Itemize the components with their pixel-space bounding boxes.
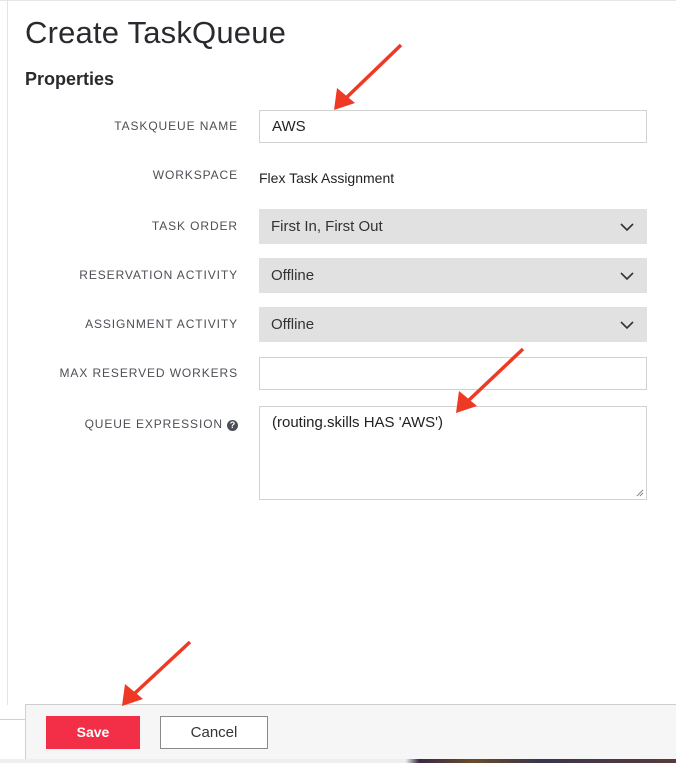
taskqueue-name-label: TASKQUEUE NAME xyxy=(114,119,238,133)
chevron-down-icon xyxy=(620,272,634,281)
queue-expression-label: QUEUE EXPRESSION xyxy=(84,417,223,431)
resize-grip-icon[interactable] xyxy=(636,489,644,497)
reservation-activity-select[interactable]: Offline xyxy=(259,258,647,293)
background-strip xyxy=(0,759,676,763)
reservation-activity-label: RESERVATION ACTIVITY xyxy=(79,268,238,282)
taskqueue-name-input[interactable] xyxy=(259,110,647,143)
queue-expression-value: (routing.skills HAS 'AWS') xyxy=(272,414,444,431)
chevron-down-icon xyxy=(620,223,634,232)
workspace-label: WORKSPACE xyxy=(152,168,238,182)
assignment-activity-value: Offline xyxy=(271,316,315,333)
section-title: Properties xyxy=(25,69,115,89)
footer-edge-line xyxy=(0,719,25,720)
arrow-to-save-icon xyxy=(122,640,192,706)
max-reserved-workers-input[interactable] xyxy=(259,357,647,390)
top-border xyxy=(0,0,676,1)
max-reserved-workers-label: MAX RESERVED WORKERS xyxy=(59,366,238,380)
question-circle-icon[interactable]: ? xyxy=(227,420,238,431)
assignment-activity-label: ASSIGNMENT ACTIVITY xyxy=(85,317,238,331)
task-order-select[interactable]: First In, First Out xyxy=(259,209,647,244)
task-order-value: First In, First Out xyxy=(271,218,383,235)
page-title: Create TaskQueue xyxy=(25,15,287,50)
queue-expression-textarea[interactable]: (routing.skills HAS 'AWS') xyxy=(259,406,647,500)
save-button[interactable]: Save xyxy=(46,716,140,749)
cancel-button[interactable]: Cancel xyxy=(160,716,268,749)
queue-expression-label-row: QUEUE EXPRESSION? xyxy=(85,417,238,431)
left-divider xyxy=(7,0,8,705)
reservation-activity-value: Offline xyxy=(271,267,315,284)
workspace-value: Flex Task Assignment xyxy=(259,170,395,186)
arrow-to-name-icon xyxy=(334,43,403,110)
task-order-label: TASK ORDER xyxy=(151,219,238,233)
chevron-down-icon xyxy=(620,321,634,330)
assignment-activity-select[interactable]: Offline xyxy=(259,307,647,342)
